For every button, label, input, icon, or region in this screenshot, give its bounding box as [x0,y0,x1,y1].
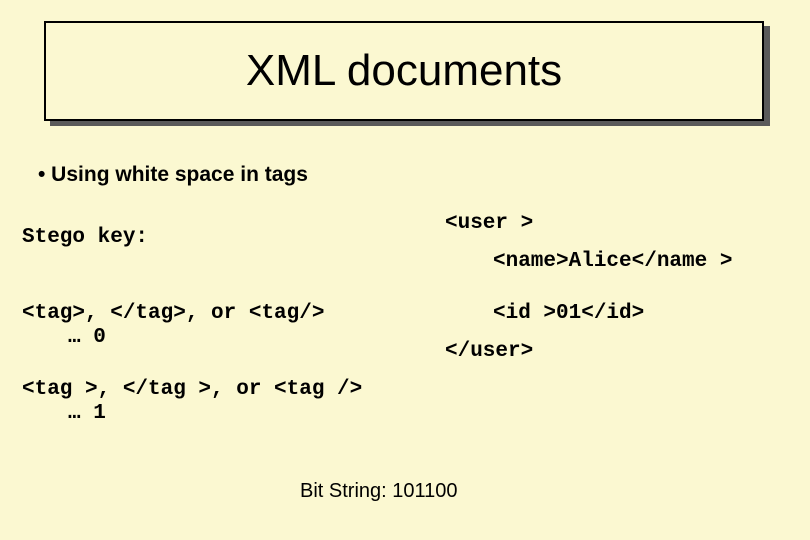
tag-one-value: … 1 [68,402,106,425]
xml-name: <name>Alice</name > [493,250,732,273]
bullet-using-whitespace: • Using white space in tags [38,163,308,187]
tag-zero-value: … 0 [68,326,106,349]
xml-id: <id >01</id> [493,302,644,325]
xml-user-close: </user> [445,340,533,363]
bit-string-label: Bit String: 101100 [300,480,458,503]
tag-zero-line: <tag>, </tag>, or <tag/> [22,302,324,325]
stego-key-label: Stego key: [22,226,148,249]
xml-user-open: <user > [445,212,533,235]
slide-title: XML documents [246,46,562,96]
tag-one-line: <tag >, </tag >, or <tag /> [22,378,362,401]
title-box: XML documents [44,21,764,121]
